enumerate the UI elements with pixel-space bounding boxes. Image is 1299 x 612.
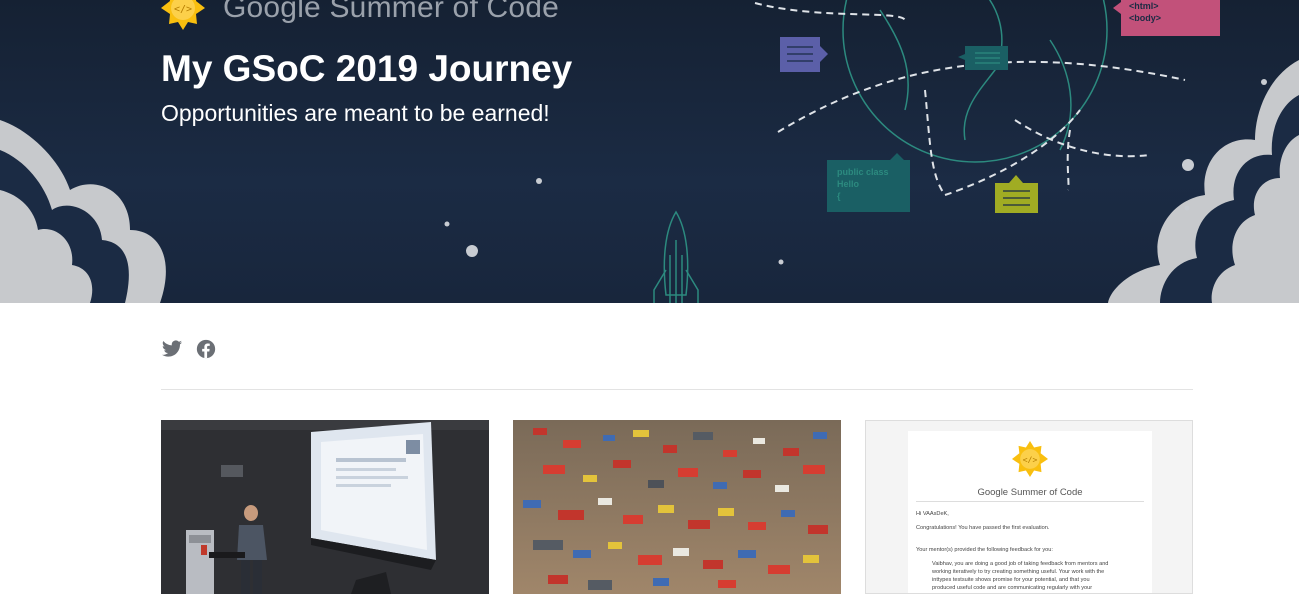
brand-name: Google Summer of Code xyxy=(223,0,560,24)
gsoc-logo-icon: </> xyxy=(1012,441,1048,477)
post-card-3[interactable]: </> Google Summer of Code Hi VAAsDeK, Co… xyxy=(865,420,1193,594)
post-card-1[interactable] xyxy=(161,420,489,594)
email-feedback-line: working iteratively to try creating some… xyxy=(932,569,1105,575)
email-feedback-line: inttypes testsuite shows promise for you… xyxy=(932,577,1090,583)
svg-text:</>: </> xyxy=(1023,454,1038,464)
facebook-link[interactable] xyxy=(195,338,217,360)
olive-message-box xyxy=(995,175,1038,213)
site-header: <html> <body> public class Hello {</> G… xyxy=(0,0,1299,303)
social-links xyxy=(161,338,217,360)
rocket-illustration xyxy=(653,210,699,303)
gsoc-evaluation-email-screenshot: </> Google Summer of Code Hi VAAsDeK, Co… xyxy=(908,431,1152,593)
svg-text:{: { xyxy=(837,191,841,201)
twitter-link[interactable] xyxy=(161,338,183,360)
post-card-2[interactable] xyxy=(513,420,841,594)
email-feedback-line: Vaibhav, you are doing a good job of tak… xyxy=(932,561,1109,567)
gsoc-brand[interactable]: </> Google Summer of Code xyxy=(161,0,559,30)
svg-text:<html>: <html> xyxy=(1129,1,1159,11)
site-title[interactable]: My GSoC 2019 Journey xyxy=(161,48,572,90)
email-divider xyxy=(916,501,1144,502)
email-feedback-line: produced useful code and are communicati… xyxy=(932,585,1093,591)
email-brand: Google Summer of Code xyxy=(977,487,1083,498)
scattered-lego-bricks-photo xyxy=(513,420,841,594)
teal-message-box xyxy=(958,46,1008,70)
email-congrats: Congratulations! You have passed the fir… xyxy=(916,525,1050,531)
speaker-presenting-photo xyxy=(161,420,489,594)
purple-message-box xyxy=(780,37,828,72)
header-illustration: <html> <body> public class Hello { xyxy=(0,0,1299,303)
svg-text:<body>: <body> xyxy=(1129,13,1161,23)
site-tagline: Opportunities are meant to be earned! xyxy=(161,100,550,126)
html-tag-box: <html> <body> xyxy=(1113,0,1220,36)
gsoc-logo-icon: </> xyxy=(161,0,205,30)
svg-text:Hello: Hello xyxy=(837,179,860,189)
email-greeting: Hi VAAsDeK, xyxy=(916,511,949,517)
section-divider xyxy=(161,389,1193,390)
svg-text:public class: public class xyxy=(837,167,889,177)
svg-text:</>: </> xyxy=(174,4,192,15)
code-snippet-box: public class Hello { xyxy=(827,153,910,212)
twitter-icon xyxy=(161,340,183,357)
email-feedback-intro: Your mentor(s) provided the following fe… xyxy=(916,547,1053,553)
globe-illustration xyxy=(842,0,1108,163)
facebook-icon xyxy=(196,339,216,359)
